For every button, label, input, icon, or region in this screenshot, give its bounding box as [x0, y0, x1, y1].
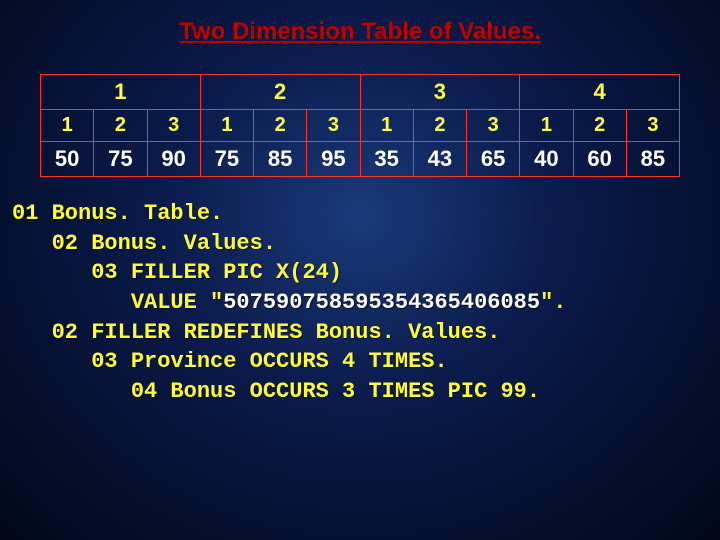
value-cell: 95	[307, 142, 360, 177]
sub-header-cell: 3	[467, 110, 520, 142]
value-cell: 85	[626, 142, 679, 177]
value-row: 50 75 90 75 85 95 35 43 65 40 60 85	[41, 142, 680, 177]
value-cell: 35	[360, 142, 413, 177]
sub-header-cell: 3	[626, 110, 679, 142]
literal-value: 507590758595354365406085	[223, 290, 540, 315]
sub-header-cell: 2	[413, 110, 466, 142]
group-header-cell: 3	[360, 75, 520, 110]
sub-header-cell: 2	[573, 110, 626, 142]
code-line: 02 FILLER REDEFINES Bonus. Values.	[12, 320, 500, 345]
sub-header-cell: 3	[307, 110, 360, 142]
value-cell: 60	[573, 142, 626, 177]
group-header-cell: 4	[520, 75, 680, 110]
group-header-cell: 1	[41, 75, 201, 110]
value-cell: 75	[94, 142, 147, 177]
code-line: 02 Bonus. Values.	[12, 231, 276, 256]
code-line: 03 FILLER PIC X(24)	[12, 260, 342, 285]
cobol-code: 01 Bonus. Table. 02 Bonus. Values. 03 FI…	[12, 199, 710, 407]
value-cell: 43	[413, 142, 466, 177]
value-cell: 90	[147, 142, 200, 177]
value-cell: 75	[200, 142, 253, 177]
code-line: 03 Province OCCURS 4 TIMES.	[12, 349, 448, 374]
value-cell: 50	[41, 142, 94, 177]
code-line: 04 Bonus OCCURS 3 TIMES PIC 99.	[12, 379, 540, 404]
value-cell: 85	[254, 142, 307, 177]
sub-header-cell: 3	[147, 110, 200, 142]
sub-header-cell: 1	[520, 110, 573, 142]
group-header-row: 1 2 3 4	[41, 75, 680, 110]
sub-header-cell: 2	[94, 110, 147, 142]
sub-header-cell: 1	[41, 110, 94, 142]
value-cell: 65	[467, 142, 520, 177]
code-line: 01 Bonus. Table.	[12, 201, 223, 226]
sub-header-cell: 1	[360, 110, 413, 142]
sub-header-cell: 2	[254, 110, 307, 142]
slide-title: Two Dimension Table of Values.	[0, 0, 720, 46]
sub-header-row: 1 2 3 1 2 3 1 2 3 1 2 3	[41, 110, 680, 142]
code-line: VALUE "507590758595354365406085".	[12, 290, 567, 315]
bonus-table: 1 2 3 4 1 2 3 1 2 3 1 2 3 1 2 3 50 75 90…	[40, 74, 680, 177]
value-cell: 40	[520, 142, 573, 177]
group-header-cell: 2	[200, 75, 360, 110]
sub-header-cell: 1	[200, 110, 253, 142]
